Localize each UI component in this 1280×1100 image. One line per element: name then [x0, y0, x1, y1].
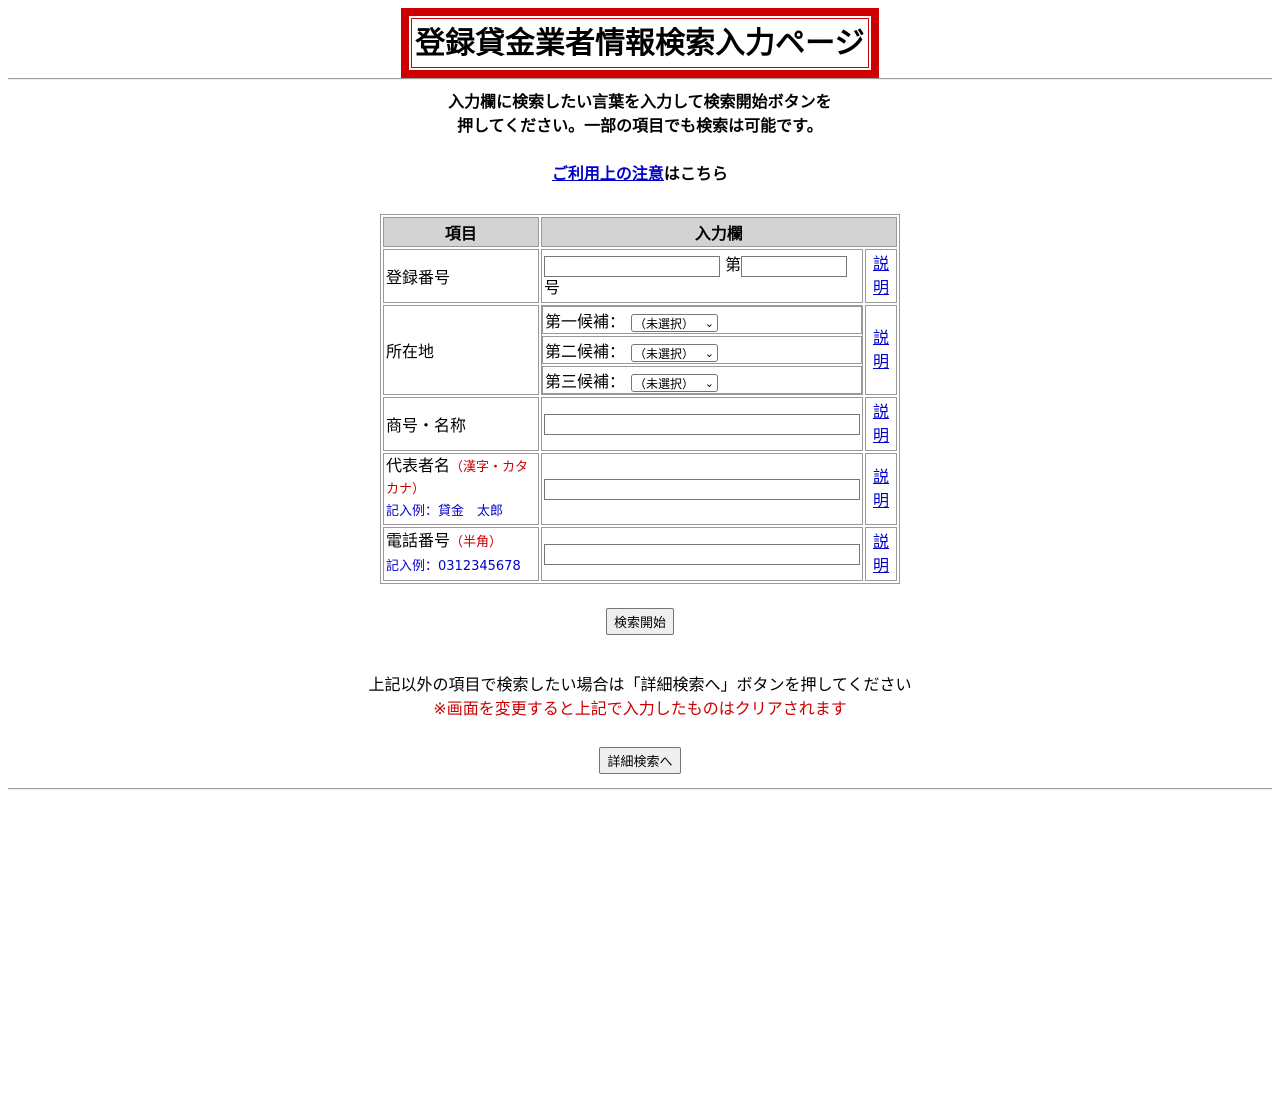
table-header-row: 項目 入力欄 [383, 217, 897, 247]
phone-note: （半角） [450, 535, 503, 550]
go-label: 号 [544, 277, 561, 297]
instructions: 入力欄に検索したい言葉を入力して検索開始ボタンを 押してください。一部の項目でも… [0, 90, 1280, 138]
help-char-2: 明 [872, 491, 889, 510]
chevron-down-icon: ⌄ [704, 346, 715, 360]
help-cell-representative: 説明 [865, 453, 897, 525]
detail-search-text: 上記以外の項目で検索したい場合は「詳細検索へ」ボタンを押してください [368, 675, 912, 694]
detail-search-info: 上記以外の項目で検索したい場合は「詳細検索へ」ボタンを押してください ※画面を変… [0, 673, 1280, 721]
location-candidates: 第一候補： （未選択） ⌄ 第二候補： （未選択） ⌄ 第三候補： （未選択） ⌄ [542, 304, 862, 396]
representative-label-cell: 代表者名（漢字・カタカナ） 記入例：貸金 太郎 [383, 453, 539, 525]
header-item: 項目 [383, 217, 539, 247]
candidate-row-2: 第二候補： （未選択） ⌄ [542, 336, 862, 364]
representative-label: 代表者名 [386, 456, 451, 475]
trade-name-input[interactable] [544, 414, 860, 435]
instruction-line-2: 押してください。一部の項目でも検索は可能です。 [457, 116, 823, 135]
row-trade-name: 商号・名称 説明 [383, 397, 897, 451]
help-link-representative[interactable]: 説明 [873, 467, 889, 510]
location-label: 所在地 [383, 305, 539, 395]
help-char-1: 説 [872, 402, 889, 421]
usage-notice: ご利用上の注意はこちら [0, 162, 1280, 186]
chevron-down-icon: ⌄ [704, 376, 715, 390]
help-link-registration[interactable]: 説明 [873, 254, 889, 297]
phone-label-cell: 電話番号（半角） 記入例：0312345678 [383, 527, 539, 581]
trade-name-label: 商号・名称 [383, 397, 539, 451]
help-char-1: 説 [872, 532, 889, 551]
phone-label: 電話番号 [386, 531, 451, 550]
candidate-2-value: （未選択） [634, 346, 695, 361]
page-title: 登録貸金業者情報検索入力ページ [411, 18, 869, 68]
help-cell-phone: 説明 [865, 527, 897, 581]
registration-number-input[interactable] [741, 255, 848, 277]
detail-button-area: 詳細検索へ [0, 747, 1280, 774]
dai-label: 第 [725, 254, 742, 274]
representative-example: 記入例：貸金 太郎 [386, 504, 504, 519]
usage-notice-suffix: はこちら [664, 164, 729, 183]
help-char-2: 明 [872, 426, 889, 445]
candidate-2-label: 第二候補： [545, 342, 626, 361]
registration-number-cell: 第 号 [541, 249, 863, 303]
phone-input[interactable] [544, 544, 860, 565]
help-cell-location: 説明 [865, 305, 897, 395]
trade-name-cell [541, 397, 863, 451]
help-cell-registration: 説明 [865, 249, 897, 303]
detail-search-warning: ※画面を変更すると上記で入力したものはクリアされます [433, 699, 847, 718]
row-location: 所在地 第一候補： （未選択） ⌄ 第二候補： （未選択） ⌄ 第三候補： （未選択） ⌄ … [383, 305, 897, 395]
candidate-3-label: 第三候補： [545, 372, 626, 391]
title-banner: 登録貸金業者情報検索入力ページ [401, 8, 879, 78]
search-start-button[interactable]: 検索開始 [605, 608, 674, 635]
instruction-line-1: 入力欄に検索したい言葉を入力して検索開始ボタンを [448, 92, 832, 111]
candidate-row-3: 第三候補： （未選択） ⌄ [542, 366, 862, 394]
phone-cell [541, 527, 863, 581]
registration-number-label: 登録番号 [383, 249, 539, 303]
help-char-1: 説 [872, 254, 889, 273]
registration-prefix-input[interactable] [544, 255, 720, 277]
detail-search-button[interactable]: 詳細検索へ [599, 747, 681, 774]
help-char-1: 説 [872, 467, 889, 486]
help-char-2: 明 [872, 556, 889, 575]
candidate-3-select[interactable]: （未選択） ⌄ [631, 373, 719, 392]
row-phone: 電話番号（半角） 記入例：0312345678 説明 [383, 527, 897, 581]
candidate-3-value: （未選択） [634, 376, 695, 391]
search-button-area: 検索開始 [0, 608, 1280, 635]
help-link-phone[interactable]: 説明 [873, 532, 889, 575]
candidate-1-value: （未選択） [634, 316, 695, 331]
help-char-2: 明 [872, 352, 889, 371]
candidate-row-1: 第一候補： （未選択） ⌄ [542, 306, 862, 334]
usage-notice-link[interactable]: ご利用上の注意 [552, 164, 664, 183]
help-link-trade-name[interactable]: 説明 [873, 402, 889, 445]
title-area: 登録貸金業者情報検索入力ページ [0, 0, 1280, 78]
location-cell: 第一候補： （未選択） ⌄ 第二候補： （未選択） ⌄ 第三候補： （未選択） ⌄ [541, 305, 863, 395]
help-char-2: 明 [872, 278, 889, 297]
divider-bottom [8, 788, 1272, 790]
representative-cell [541, 453, 863, 525]
help-link-location[interactable]: 説明 [873, 328, 889, 371]
help-char-1: 説 [872, 328, 889, 347]
representative-input[interactable] [544, 479, 860, 500]
candidate-1-select[interactable]: （未選択） ⌄ [631, 313, 719, 332]
row-representative: 代表者名（漢字・カタカナ） 記入例：貸金 太郎 説明 [383, 453, 897, 525]
phone-example: 記入例：0312345678 [386, 559, 521, 574]
candidate-2-select[interactable]: （未選択） ⌄ [631, 343, 719, 362]
divider-top [8, 78, 1272, 80]
candidate-1-label: 第一候補： [545, 312, 626, 331]
row-registration-number: 登録番号 第 号 説明 [383, 249, 897, 303]
help-cell-trade-name: 説明 [865, 397, 897, 451]
chevron-down-icon: ⌄ [704, 316, 715, 330]
header-input: 入力欄 [541, 217, 897, 247]
search-form-table: 項目 入力欄 登録番号 第 号 説明 所在地 第一候補： （未選択） ⌄ 第二候補：… [380, 214, 900, 584]
